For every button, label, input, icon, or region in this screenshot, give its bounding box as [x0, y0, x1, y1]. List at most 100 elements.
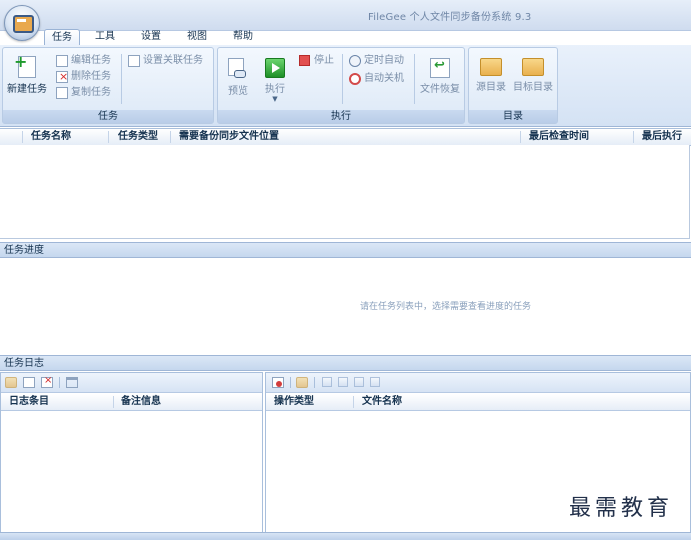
- new-task-label: 新建任务: [7, 84, 47, 95]
- column-operation-type[interactable]: 操作类型: [274, 394, 314, 410]
- execute-group-label: 执行: [218, 110, 464, 123]
- log-details-header: 操作类型 文件名称: [266, 394, 690, 411]
- chevron-down-icon: ▼: [272, 95, 278, 103]
- next-page-icon[interactable]: [354, 377, 364, 387]
- clock-icon: [349, 55, 361, 67]
- column-last-check-time[interactable]: 最后检查时间: [529, 129, 589, 145]
- tab-tools[interactable]: 工具: [90, 29, 120, 45]
- tab-settings[interactable]: 设置: [136, 29, 166, 45]
- export-log-icon[interactable]: [23, 377, 35, 388]
- group-separator: [342, 54, 343, 104]
- red-doc-icon[interactable]: [272, 377, 284, 388]
- new-task-icon: +: [14, 54, 36, 78]
- execute-label: 执行: [265, 84, 285, 95]
- scheduled-auto-label: 定时自动: [364, 55, 404, 66]
- source-dir-button[interactable]: 源目录: [472, 58, 510, 93]
- task-list[interactable]: [0, 145, 690, 239]
- edit-task-icon: [56, 55, 68, 67]
- column-file-name[interactable]: 文件名称: [362, 394, 402, 410]
- folder-icon[interactable]: [296, 377, 308, 388]
- source-dir-label: 源目录: [476, 82, 506, 93]
- tab-help[interactable]: 帮助: [228, 29, 258, 45]
- ribbon-group-execute: 预览 执行 ▼ 停止 定时自动 自动关机 ↩ 文件恢复 执行: [217, 47, 465, 124]
- delete-task-button[interactable]: × 删除任务: [55, 70, 111, 84]
- log-toolbar: ×: [1, 373, 262, 393]
- column-last-exec-time[interactable]: 最后执行时: [642, 129, 691, 158]
- log-details-toolbar: [266, 373, 690, 393]
- trash-icon[interactable]: [66, 377, 78, 388]
- preview-icon: [228, 58, 248, 80]
- power-icon: [349, 73, 361, 85]
- column-task-name[interactable]: 任务名称: [31, 129, 71, 145]
- play-icon: [265, 58, 285, 78]
- set-linked-task-button[interactable]: 设置关联任务: [127, 54, 203, 68]
- copy-task-icon: [56, 87, 68, 99]
- column-task-type[interactable]: 任务类型: [118, 129, 158, 145]
- source-folder-icon: [480, 58, 502, 76]
- scheduled-auto-button[interactable]: 定时自动: [348, 54, 404, 68]
- progress-empty-message: 请在任务列表中，选择需要查看进度的任务: [360, 302, 532, 312]
- stop-icon: [299, 55, 310, 66]
- file-restore-button[interactable]: ↩ 文件恢复: [418, 58, 462, 95]
- target-folder-icon: [522, 58, 544, 76]
- tab-view[interactable]: 视图: [182, 29, 212, 45]
- stop-button[interactable]: 停止: [298, 54, 334, 68]
- file-restore-label: 文件恢复: [420, 84, 460, 95]
- open-log-icon[interactable]: [5, 377, 17, 388]
- toolbar-separator: [314, 377, 315, 388]
- edit-task-label: 编辑任务: [71, 55, 111, 66]
- preview-label: 预览: [228, 86, 248, 97]
- edit-task-button[interactable]: 编辑任务: [55, 54, 111, 68]
- first-page-icon[interactable]: [322, 377, 332, 387]
- app-logo-icon: [13, 15, 34, 33]
- toolbar-separator: [290, 377, 291, 388]
- group-separator: [121, 54, 122, 104]
- file-restore-icon: ↩: [430, 58, 450, 78]
- progress-section-header: 任务进度: [0, 242, 691, 258]
- column-divider: [520, 131, 521, 143]
- toolbar-separator: [59, 377, 60, 388]
- ribbon-group-directory: 源目录 目标目录 目录: [468, 47, 558, 124]
- preview-button[interactable]: 预览: [223, 58, 253, 97]
- ribbon-group-task: + 新建任务 编辑任务 × 删除任务 复制任务 设置关联任务 任务: [2, 47, 214, 124]
- execute-button[interactable]: 执行 ▼: [260, 58, 290, 103]
- log-section-header: 任务日志: [0, 355, 691, 371]
- progress-area: [0, 260, 691, 355]
- target-dir-button[interactable]: 目标目录: [511, 58, 555, 93]
- column-divider: [22, 131, 23, 143]
- set-linked-task-label: 设置关联任务: [143, 55, 203, 66]
- copy-task-label: 复制任务: [71, 87, 111, 98]
- task-list-header: 任务名称 任务类型 需要备份同步文件位置 最后检查时间 最后执行时: [0, 128, 691, 158]
- column-file-location[interactable]: 需要备份同步文件位置: [179, 129, 279, 145]
- ribbon: + 新建任务 编辑任务 × 删除任务 复制任务 设置关联任务 任务 预览 执行 …: [0, 45, 691, 127]
- column-divider: [108, 131, 109, 143]
- stop-label: 停止: [314, 55, 334, 66]
- group-separator: [414, 54, 415, 104]
- target-dir-label: 目标目录: [513, 82, 553, 93]
- auto-shutdown-button[interactable]: 自动关机: [348, 72, 404, 86]
- tab-task[interactable]: 任务: [44, 29, 80, 46]
- watermark-text: 最需教育: [569, 496, 674, 521]
- column-divider: [353, 396, 354, 408]
- column-divider: [633, 131, 634, 143]
- delete-task-icon: ×: [56, 70, 68, 83]
- column-divider: [170, 131, 171, 143]
- delete-task-label: 删除任务: [71, 71, 111, 82]
- previous-page-icon[interactable]: [338, 377, 348, 387]
- auto-shutdown-label: 自动关机: [364, 73, 404, 84]
- window-title: FileGee 个人文件同步备份系统 9.3: [368, 12, 532, 23]
- column-divider: [113, 396, 114, 408]
- app-menu-button[interactable]: [4, 5, 40, 41]
- last-page-icon[interactable]: [370, 377, 380, 387]
- directory-group-label: 目录: [469, 110, 557, 123]
- new-task-button[interactable]: + 新建任务: [5, 54, 49, 96]
- log-entries-header: 日志条目 备注信息: [1, 394, 262, 411]
- log-entries-pane: × 日志条目 备注信息: [0, 372, 263, 533]
- column-notes[interactable]: 备注信息: [121, 394, 161, 410]
- delete-log-icon[interactable]: ×: [41, 375, 53, 388]
- linked-task-icon: [128, 55, 140, 67]
- copy-task-button[interactable]: 复制任务: [55, 86, 111, 100]
- title-bar: FileGee 个人文件同步备份系统 9.3: [0, 0, 691, 31]
- column-log-entry[interactable]: 日志条目: [9, 394, 49, 410]
- task-group-label: 任务: [3, 110, 213, 123]
